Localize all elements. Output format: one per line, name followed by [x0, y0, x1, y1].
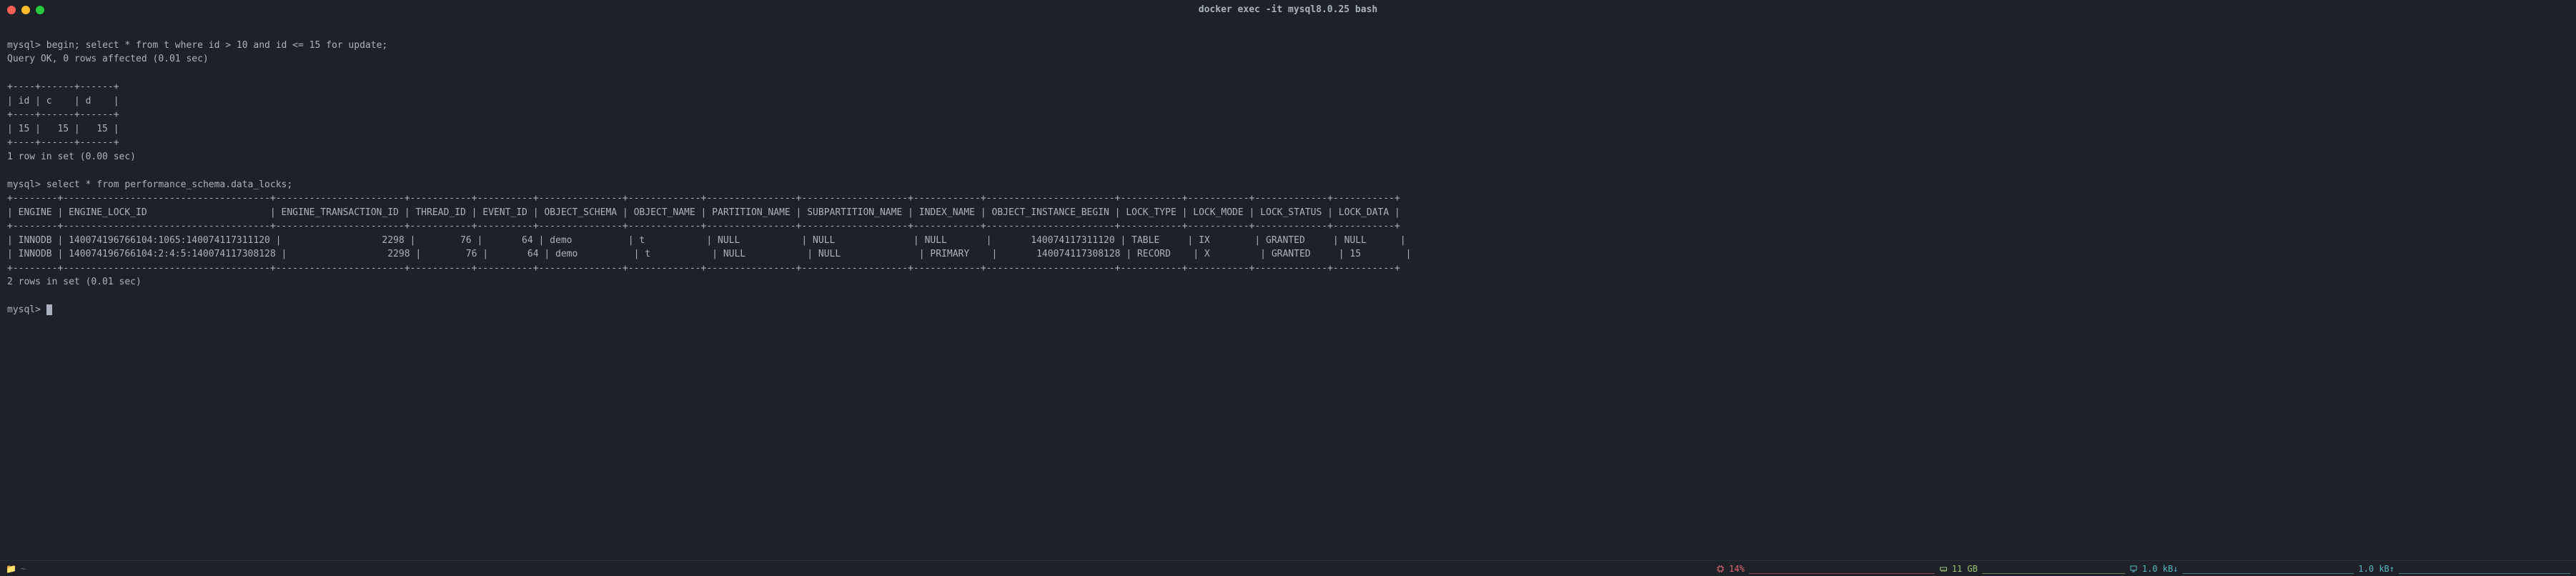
terminal-output[interactable]: mysql> begin; select * from t where id >… — [0, 20, 2576, 560]
table2-row: | INNODB | 140074196766104:2:4:5:1400741… — [7, 249, 1412, 259]
cpu-percentage: 14% — [1729, 562, 1745, 575]
network-download: 1.0 kB↓ — [2142, 562, 2179, 575]
network-up-sparkline — [2399, 564, 2570, 574]
table2-summary: 2 rows in set (0.01 sec) — [7, 277, 142, 287]
network-down-sparkline — [2182, 564, 2354, 574]
network-down-icon — [2129, 562, 2138, 575]
status-bar: 📁 ~ 14% 11 GB 1.0 kB↓ 1.0 kB↑ — [0, 560, 2576, 576]
window-title: docker exec -it mysql8.0.25 bash — [1199, 3, 1377, 17]
memory-icon — [1939, 562, 1948, 575]
table1-summary: 1 row in set (0.00 sec) — [7, 152, 136, 162]
traffic-lights — [7, 6, 44, 14]
sql-query-1: begin; select * from t where id > 10 and… — [46, 40, 387, 51]
cursor — [46, 304, 52, 315]
memory-sparkline — [1982, 564, 2125, 574]
table2-border: +--------+------------------------------… — [7, 221, 1400, 232]
table2-border: +--------+------------------------------… — [7, 263, 1400, 274]
mysql-prompt: mysql> — [7, 304, 41, 315]
table1-border: +----+------+------+ — [7, 81, 119, 92]
table2-row: | INNODB | 140074196766104:1065:14007411… — [7, 235, 1406, 246]
cpu-widget: 14% — [1716, 562, 1935, 575]
status-path: 📁 ~ — [6, 562, 26, 575]
memory-usage: 11 GB — [1952, 562, 1978, 575]
cpu-icon — [1716, 562, 1725, 575]
memory-widget: 11 GB — [1939, 562, 2125, 575]
sql-query-2: select * from performance_schema.data_lo… — [46, 179, 292, 190]
mysql-prompt: mysql> — [7, 179, 41, 190]
network-up-widget: 1.0 kB↑ — [2358, 562, 2570, 575]
folder-icon: 📁 — [6, 562, 16, 575]
network-down-widget: 1.0 kB↓ — [2129, 562, 2354, 575]
minimize-window-button[interactable] — [21, 6, 30, 14]
table1-border: +----+------+------+ — [7, 109, 119, 120]
window-titlebar: docker exec -it mysql8.0.25 bash — [0, 0, 2576, 20]
table1-border: +----+------+------+ — [7, 137, 119, 148]
cpu-sparkline — [1749, 564, 1935, 574]
network-upload: 1.0 kB↑ — [2358, 562, 2394, 575]
table2-header: | ENGINE | ENGINE_LOCK_ID | ENGINE_TRANS… — [7, 207, 1400, 218]
table1-header: | id | c | d | — [7, 96, 119, 106]
close-window-button[interactable] — [7, 6, 16, 14]
path-text: ~ — [21, 562, 26, 575]
maximize-window-button[interactable] — [36, 6, 44, 14]
table2-border: +--------+------------------------------… — [7, 193, 1400, 204]
mysql-prompt: mysql> — [7, 40, 41, 51]
query-result-1: Query OK, 0 rows affected (0.01 sec) — [7, 54, 209, 64]
table1-row: | 15 | 15 | 15 | — [7, 124, 119, 134]
